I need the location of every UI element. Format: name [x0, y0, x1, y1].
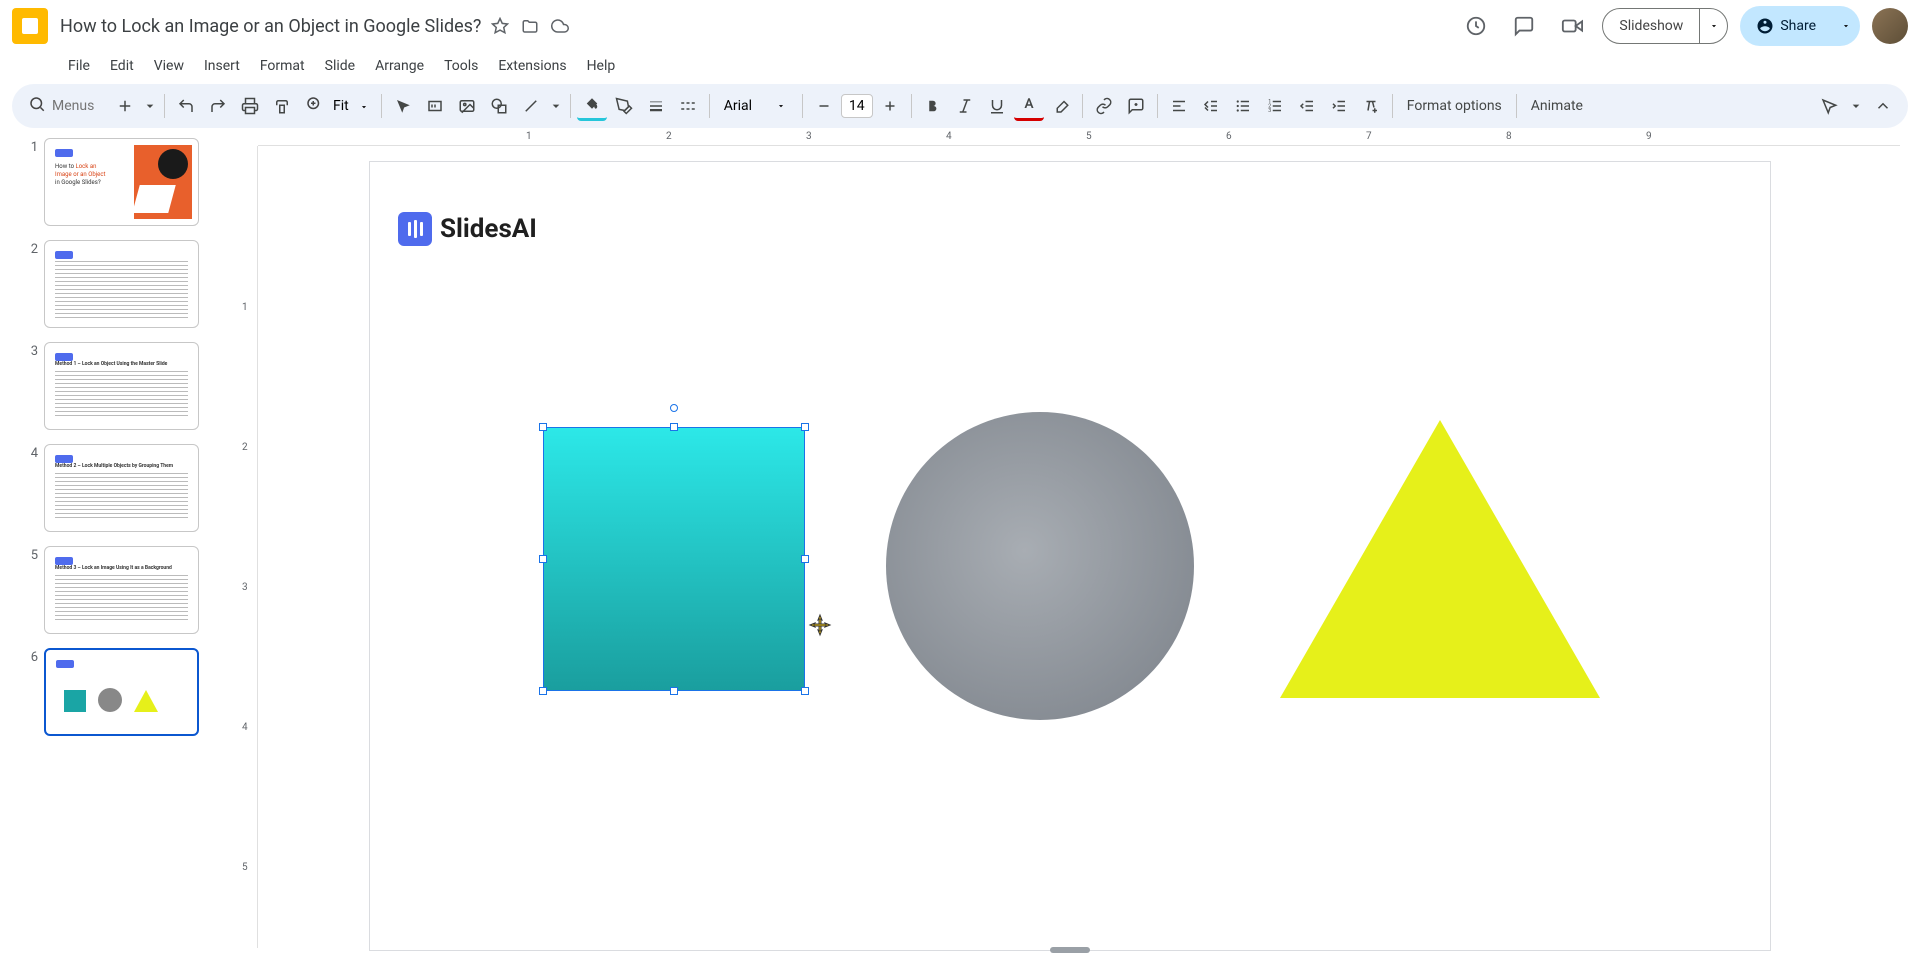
underline-button[interactable] — [982, 91, 1012, 121]
print-button[interactable] — [235, 91, 265, 121]
menu-view[interactable]: View — [146, 54, 192, 78]
border-weight-button[interactable] — [641, 91, 671, 121]
search-icon[interactable] — [28, 95, 46, 117]
numbered-list-button[interactable]: 123 — [1260, 91, 1290, 121]
insert-link-button[interactable] — [1089, 91, 1119, 121]
paint-format-button[interactable] — [267, 91, 297, 121]
rotate-handle[interactable] — [670, 404, 678, 412]
bold-button[interactable] — [918, 91, 948, 121]
clear-formatting-button[interactable] — [1356, 91, 1386, 121]
menu-format[interactable]: Format — [252, 54, 313, 78]
slideshow-dropdown[interactable] — [1699, 9, 1727, 43]
slideshow-button[interactable]: Slideshow — [1603, 9, 1699, 43]
align-button[interactable] — [1164, 91, 1194, 121]
move-cursor-icon — [808, 613, 832, 637]
slides-app-logo[interactable] — [12, 8, 48, 44]
slide-thumbnail-1[interactable]: How to Lock an Image or an Object in Goo… — [44, 138, 199, 226]
zoom-level[interactable]: Fit — [333, 98, 349, 114]
filmstrip[interactable]: 1 How to Lock an Image or an Object in G… — [0, 128, 210, 968]
share-button[interactable]: Share — [1740, 6, 1832, 46]
indent-increase-button[interactable] — [1324, 91, 1354, 121]
image-tool[interactable] — [452, 91, 482, 121]
zoom-to-fit-icon[interactable] — [305, 95, 323, 117]
shape-tool[interactable] — [484, 91, 514, 121]
circle-shape[interactable] — [886, 412, 1194, 720]
indent-decrease-button[interactable] — [1292, 91, 1322, 121]
format-options-button[interactable]: Format options — [1399, 98, 1510, 114]
toolbar-cursor-dropdown[interactable] — [1848, 91, 1864, 121]
cloud-saved-icon[interactable] — [551, 17, 569, 35]
insert-comment-button[interactable] — [1121, 91, 1151, 121]
undo-button[interactable] — [171, 91, 201, 121]
thumb-number: 2 — [20, 240, 38, 257]
account-avatar[interactable] — [1872, 8, 1908, 44]
text-color-button[interactable] — [1014, 91, 1044, 121]
line-dropdown[interactable] — [548, 91, 564, 121]
triangle-shape[interactable] — [1280, 420, 1600, 698]
bulleted-list-button[interactable] — [1228, 91, 1258, 121]
svg-text:3: 3 — [1268, 108, 1271, 114]
menu-file[interactable]: File — [60, 54, 98, 78]
share-dropdown[interactable] — [1832, 6, 1860, 46]
comments-icon[interactable] — [1506, 8, 1542, 44]
vertical-ruler[interactable]: 1 2 3 4 5 — [240, 146, 258, 948]
line-tool[interactable] — [516, 91, 546, 121]
version-history-icon[interactable] — [1458, 8, 1494, 44]
document-title[interactable]: How to Lock an Image or an Object in Goo… — [60, 16, 481, 37]
border-dash-button[interactable] — [673, 91, 703, 121]
toolbar-cursor-icon[interactable] — [1814, 91, 1844, 121]
menu-extensions[interactable]: Extensions — [490, 54, 574, 78]
menu-bar: File Edit View Insert Format Slide Arran… — [0, 52, 1920, 80]
canvas-area: 1 2 3 4 5 6 7 8 9 1 2 3 4 5 SlidesAI — [210, 128, 1920, 968]
select-tool[interactable] — [388, 91, 418, 121]
notes-resize-handle[interactable] — [1050, 947, 1090, 953]
horizontal-ruler[interactable]: 1 2 3 4 5 6 7 8 9 — [258, 128, 1900, 146]
zoom-dropdown[interactable] — [359, 97, 369, 116]
font-size-decrease[interactable] — [809, 91, 839, 121]
font-family-select[interactable]: Arial — [716, 98, 796, 114]
line-spacing-button[interactable] — [1196, 91, 1226, 121]
slidesai-logo: SlidesAI — [398, 212, 537, 246]
slide-thumbnail-2[interactable] — [44, 240, 199, 328]
move-folder-icon[interactable] — [521, 17, 539, 35]
menu-tools[interactable]: Tools — [436, 54, 486, 78]
search-menus-input[interactable] — [52, 98, 102, 114]
menu-arrange[interactable]: Arrange — [367, 54, 432, 78]
meet-camera-icon[interactable] — [1554, 8, 1590, 44]
fill-color-button[interactable] — [577, 91, 607, 121]
slide-thumbnail-5[interactable]: Method 3 – Lock an Image Using It as a B… — [44, 546, 199, 634]
menu-help[interactable]: Help — [579, 54, 624, 78]
menu-edit[interactable]: Edit — [102, 54, 142, 78]
square-shape[interactable] — [543, 427, 805, 691]
menu-slide[interactable]: Slide — [317, 54, 363, 78]
highlight-button[interactable] — [1046, 91, 1076, 121]
share-label: Share — [1780, 18, 1816, 34]
animate-button[interactable]: Animate — [1523, 98, 1591, 114]
star-icon[interactable] — [491, 17, 509, 35]
italic-button[interactable] — [950, 91, 980, 121]
thumb-number: 1 — [20, 138, 38, 155]
slide-thumbnail-4[interactable]: Method 2 – Lock Multiple Objects by Grou… — [44, 444, 199, 532]
font-size-increase[interactable] — [875, 91, 905, 121]
redo-button[interactable] — [203, 91, 233, 121]
hide-menus-button[interactable] — [1868, 91, 1898, 121]
thumb-number: 5 — [20, 546, 38, 563]
new-slide-dropdown[interactable] — [142, 91, 158, 121]
slide-thumbnail-3[interactable]: Method 1 – Lock an Object Using the Mast… — [44, 342, 199, 430]
border-color-button[interactable] — [609, 91, 639, 121]
slide-canvas[interactable]: SlidesAI — [370, 162, 1770, 950]
thumb-number: 3 — [20, 342, 38, 359]
textbox-tool[interactable] — [420, 91, 450, 121]
thumb-number: 4 — [20, 444, 38, 461]
menu-insert[interactable]: Insert — [196, 54, 248, 78]
font-size-input[interactable] — [841, 94, 873, 118]
new-slide-button[interactable] — [110, 91, 140, 121]
slide-thumbnail-6[interactable] — [44, 648, 199, 736]
thumb-number: 6 — [20, 648, 38, 665]
toolbar: Fit Arial 123 Format options Animate — [12, 84, 1908, 128]
